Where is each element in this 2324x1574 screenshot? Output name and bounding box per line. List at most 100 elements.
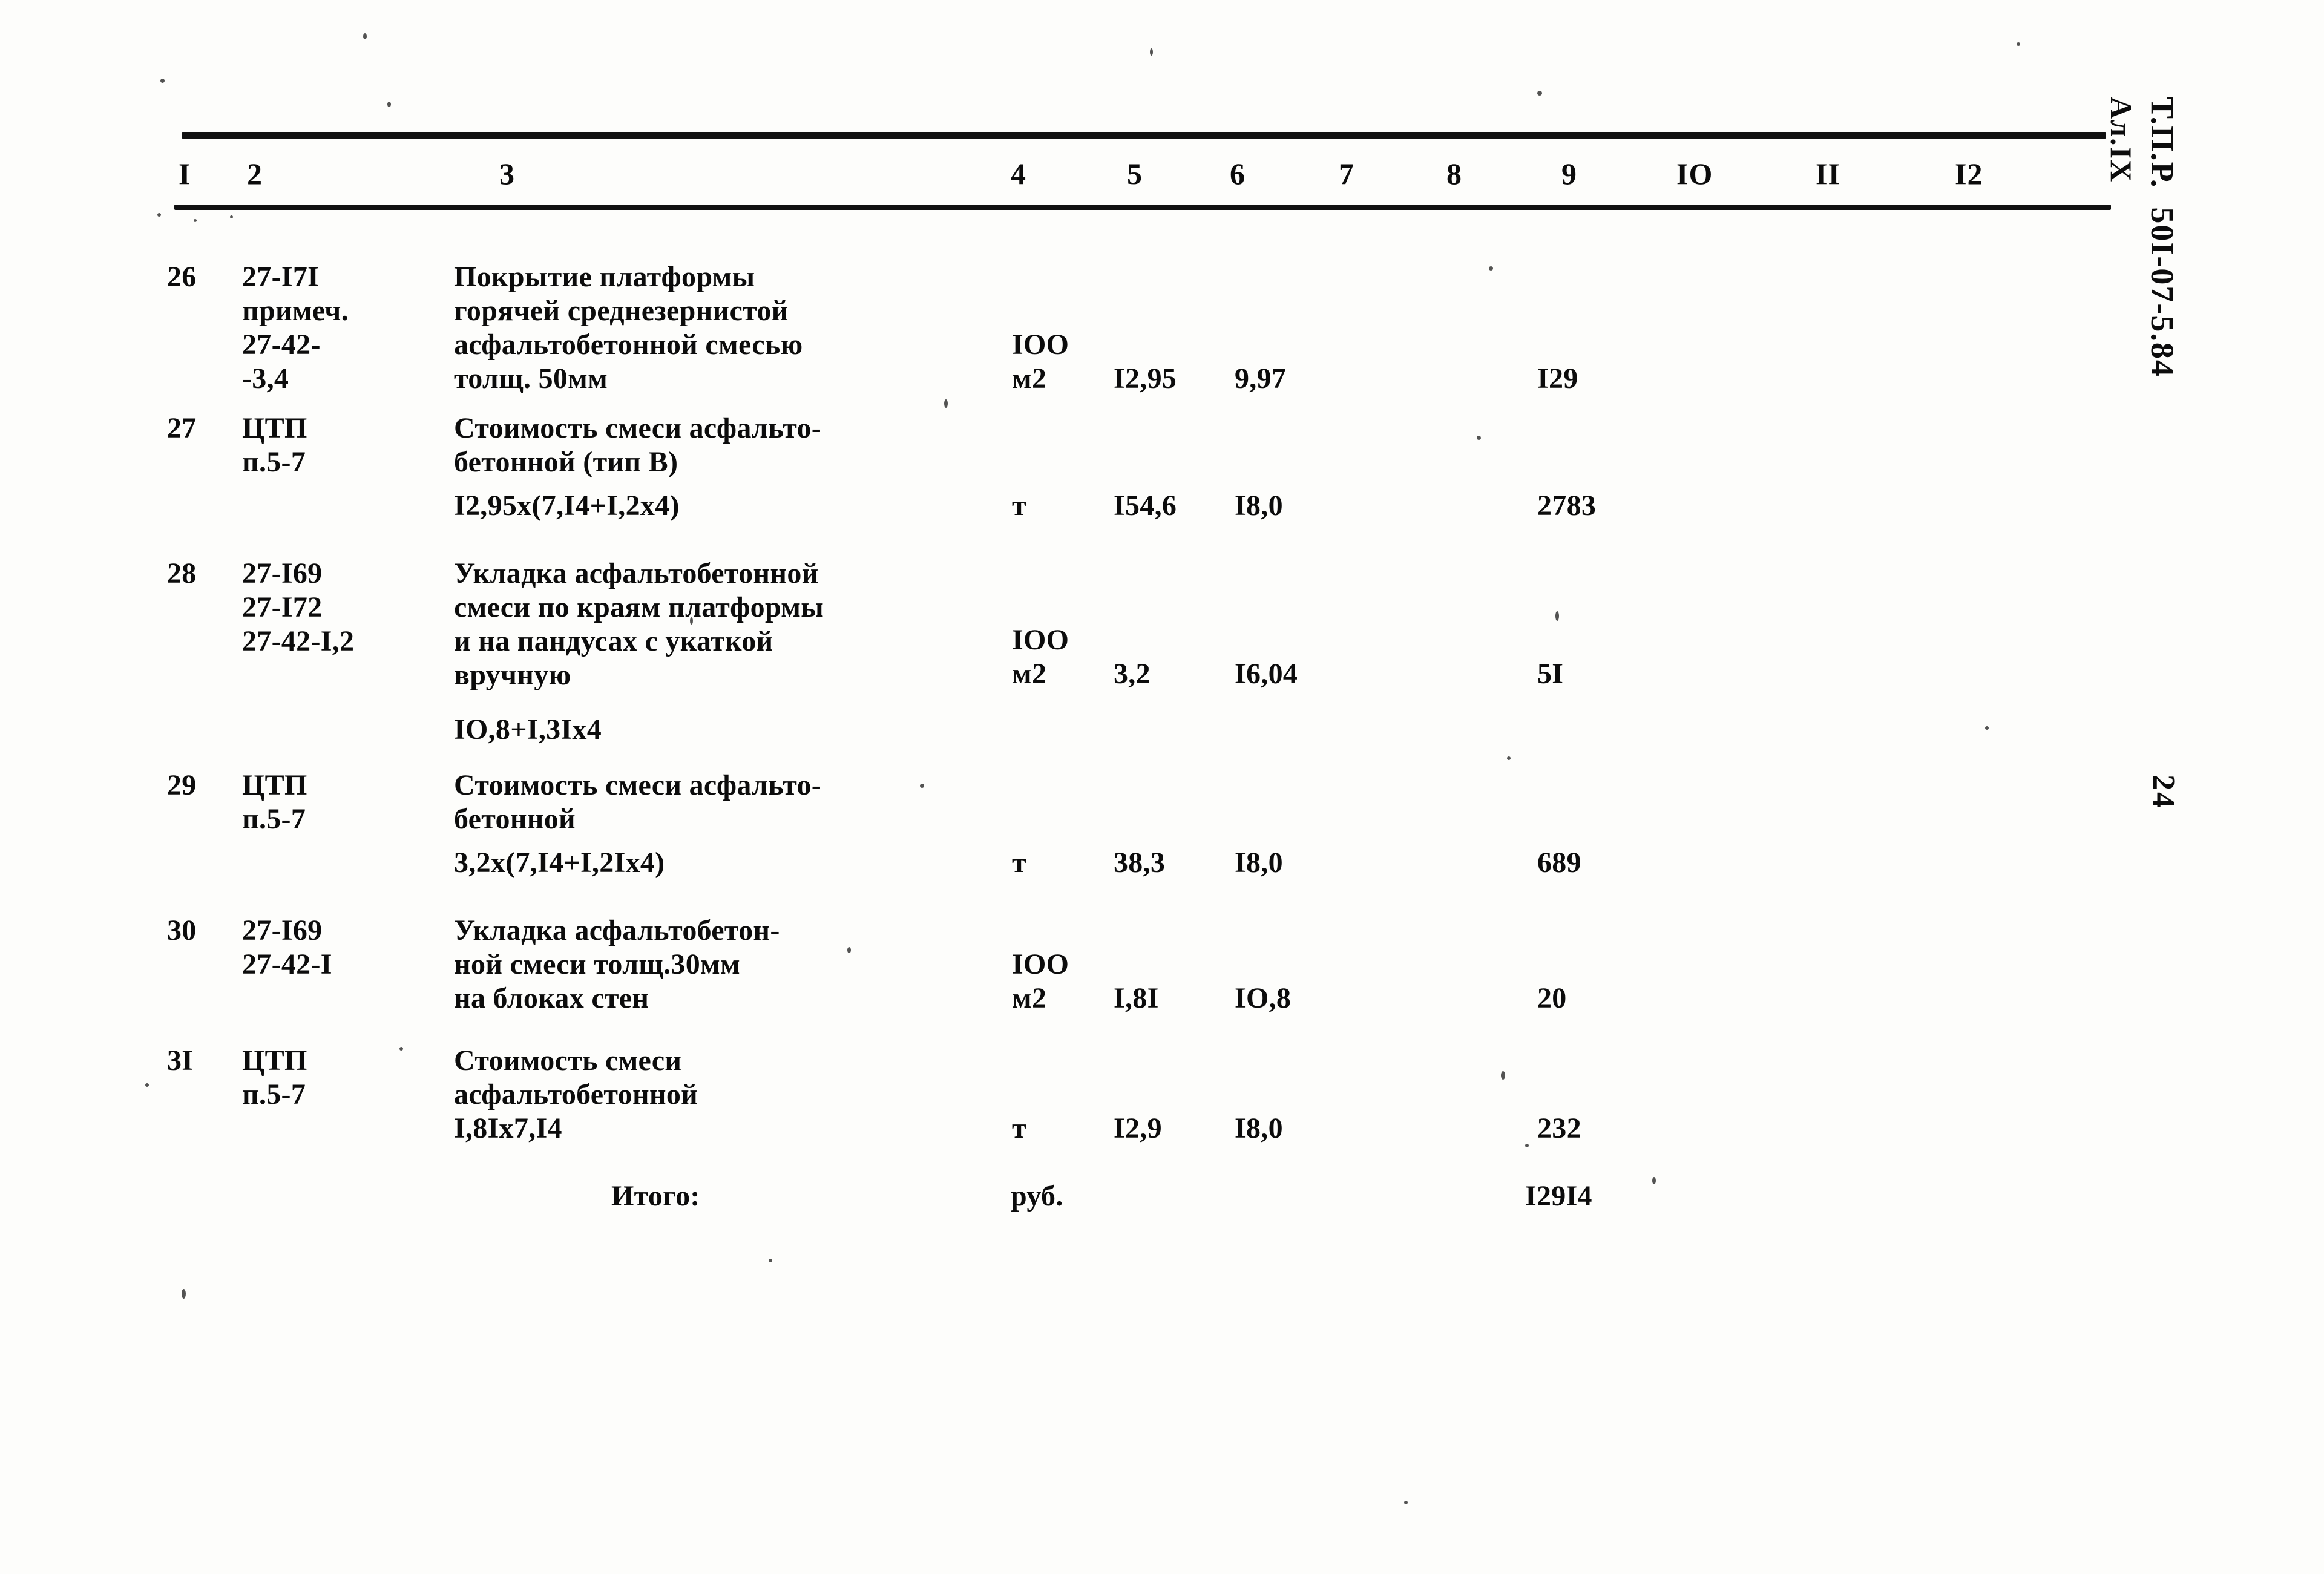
- row-col5: I,8I: [1114, 982, 1159, 1014]
- scan-speck: [1652, 1177, 1656, 1184]
- total-unit: руб.: [1011, 1180, 1063, 1212]
- row-number: 29: [167, 769, 197, 801]
- scanned-page: I 2 3 4 5 6 7 8 9 IO II I2 26 27-I7I при…: [0, 0, 2324, 1574]
- column-header-11: II: [1816, 157, 1840, 191]
- scan-speck: [160, 79, 165, 83]
- row-formula: IO,8+I,3Iх4: [454, 713, 602, 746]
- row-col9: 232: [1537, 1112, 1581, 1144]
- column-header-12: I2: [1955, 157, 1983, 191]
- column-header-8: 8: [1446, 157, 1462, 191]
- row-code: ЦТП п.5-7: [242, 1044, 307, 1110]
- scan-speck: [1477, 436, 1481, 440]
- total-label: Итого:: [611, 1180, 700, 1212]
- row-code: ЦТП п.5-7: [242, 769, 307, 835]
- column-header-5: 5: [1127, 157, 1143, 191]
- column-header-6: 6: [1230, 157, 1246, 191]
- row-col9: 20: [1537, 982, 1567, 1014]
- row-code: 27-I7I примеч. 27-42- -3,4: [242, 261, 349, 395]
- scan-speck: [1501, 1071, 1505, 1080]
- scan-speck: [194, 219, 197, 222]
- row-col5: I54,6: [1114, 490, 1177, 522]
- scan-speck: [399, 1047, 403, 1051]
- column-header-4: 4: [1011, 157, 1026, 191]
- table-row: 3I ЦТП п.5-7 Стоимость смеси асфальтобет…: [0, 1037, 2106, 1176]
- row-col9: 2783: [1537, 490, 1597, 522]
- document-code-stamp: Т.П.Р. 50I-07-5.84: [2144, 97, 2181, 378]
- row-unit: IOO м2: [1012, 329, 1069, 395]
- row-col5: 38,3: [1114, 847, 1166, 879]
- table-row: 26 27-I7I примеч. 27-42- -3,4 Покрытие п…: [0, 242, 2106, 404]
- row-unit: IOO м2: [1012, 624, 1069, 690]
- column-header-3: 3: [499, 157, 515, 191]
- row-number: 30: [167, 914, 197, 946]
- row-unit: т: [1012, 490, 1026, 522]
- total-value: I29I4: [1525, 1180, 1592, 1212]
- table-row: 28 27-I69 27-I72 27-42-I,2 Укладка асфал…: [0, 549, 2106, 761]
- row-col9: 5I: [1537, 658, 1564, 690]
- row-number: 28: [167, 557, 197, 589]
- row-description: Стоимость смеси асфальто- бетонной: [454, 769, 822, 835]
- album-stamp: Ал.IX: [2104, 97, 2138, 183]
- table-header-rule: [174, 205, 2111, 210]
- scan-speck: [1985, 726, 1989, 730]
- column-header-7: 7: [1339, 157, 1354, 191]
- scan-speck: [2017, 42, 2020, 46]
- table-row: 30 27-I69 27-42-I Укладка асфальтобетон-…: [0, 907, 2106, 1037]
- scan-speck: [1404, 1501, 1408, 1504]
- row-col5: I2,9: [1114, 1112, 1162, 1144]
- page-number: 24: [2146, 775, 2181, 810]
- row-col6: IO,8: [1235, 982, 1292, 1014]
- scan-speck: [920, 784, 924, 788]
- scan-speck: [145, 1083, 149, 1087]
- table-top-rule: [182, 132, 2106, 139]
- scan-speck: [1555, 611, 1559, 621]
- row-code: ЦТП п.5-7: [242, 412, 307, 478]
- scan-speck: [1525, 1144, 1529, 1147]
- row-number: 26: [167, 261, 197, 293]
- row-code: 27-I69 27-42-I: [242, 914, 332, 980]
- row-col5: I2,95: [1114, 362, 1177, 395]
- column-header-10: IO: [1676, 157, 1713, 191]
- total-row: Итого: руб. I29I4: [0, 1176, 2106, 1254]
- row-unit: т: [1012, 847, 1026, 879]
- row-col9: I29: [1537, 362, 1578, 395]
- table-row: 29 ЦТП п.5-7 Стоимость смеси асфальто- б…: [0, 761, 2106, 907]
- row-col6: I8,0: [1235, 1112, 1283, 1144]
- row-unit: IOO м2: [1012, 948, 1069, 1014]
- scan-speck: [1507, 756, 1511, 760]
- row-description: Стоимость смеси асфальтобетонной: [454, 1044, 698, 1110]
- row-description: Укладка асфальтобетон- ной смеси толщ.30…: [454, 914, 780, 1014]
- row-col5: 3,2: [1114, 658, 1151, 690]
- column-header-2: 2: [247, 157, 263, 191]
- scan-speck: [363, 33, 367, 39]
- row-code: 27-I69 27-I72 27-42-I,2: [242, 557, 355, 657]
- row-description: Укладка асфальтобетонной смеси по краям …: [454, 557, 824, 691]
- row-unit: т: [1012, 1112, 1026, 1144]
- scan-speck: [847, 947, 851, 953]
- scan-speck: [1489, 266, 1493, 271]
- column-header-1: I: [179, 157, 191, 191]
- scan-speck: [182, 1289, 186, 1299]
- scan-speck: [230, 215, 233, 218]
- scan-speck: [690, 617, 693, 625]
- row-col6: I6,04: [1235, 658, 1298, 690]
- table-row: 27 ЦТП п.5-7 Стоимость смеси асфальто- б…: [0, 404, 2106, 549]
- row-number: 27: [167, 412, 197, 444]
- row-col9: 689: [1537, 847, 1581, 879]
- scan-speck: [1150, 48, 1153, 56]
- row-col6: 9,97: [1235, 362, 1287, 395]
- estimate-table: 26 27-I7I примеч. 27-42- -3,4 Покрытие п…: [0, 242, 2106, 1254]
- scan-speck: [157, 213, 161, 217]
- row-description: Покрытие платформы горячей среднезернист…: [454, 261, 803, 395]
- row-description: Стоимость смеси асфальто- бетонной (тип …: [454, 412, 822, 478]
- row-formula: 3,2х(7,I4+I,2Iх4): [454, 847, 665, 879]
- column-header-row: I 2 3 4 5 6 7 8 9 IO II I2: [0, 159, 2324, 201]
- row-col6: I8,0: [1235, 847, 1283, 879]
- scan-speck: [769, 1259, 772, 1262]
- scan-speck: [1537, 91, 1542, 96]
- scan-speck: [944, 399, 948, 408]
- row-number: 3I: [167, 1044, 194, 1077]
- row-formula: I,8Iх7,I4: [454, 1112, 562, 1144]
- row-col6: I8,0: [1235, 490, 1283, 522]
- row-formula: I2,95х(7,I4+I,2х4): [454, 490, 680, 522]
